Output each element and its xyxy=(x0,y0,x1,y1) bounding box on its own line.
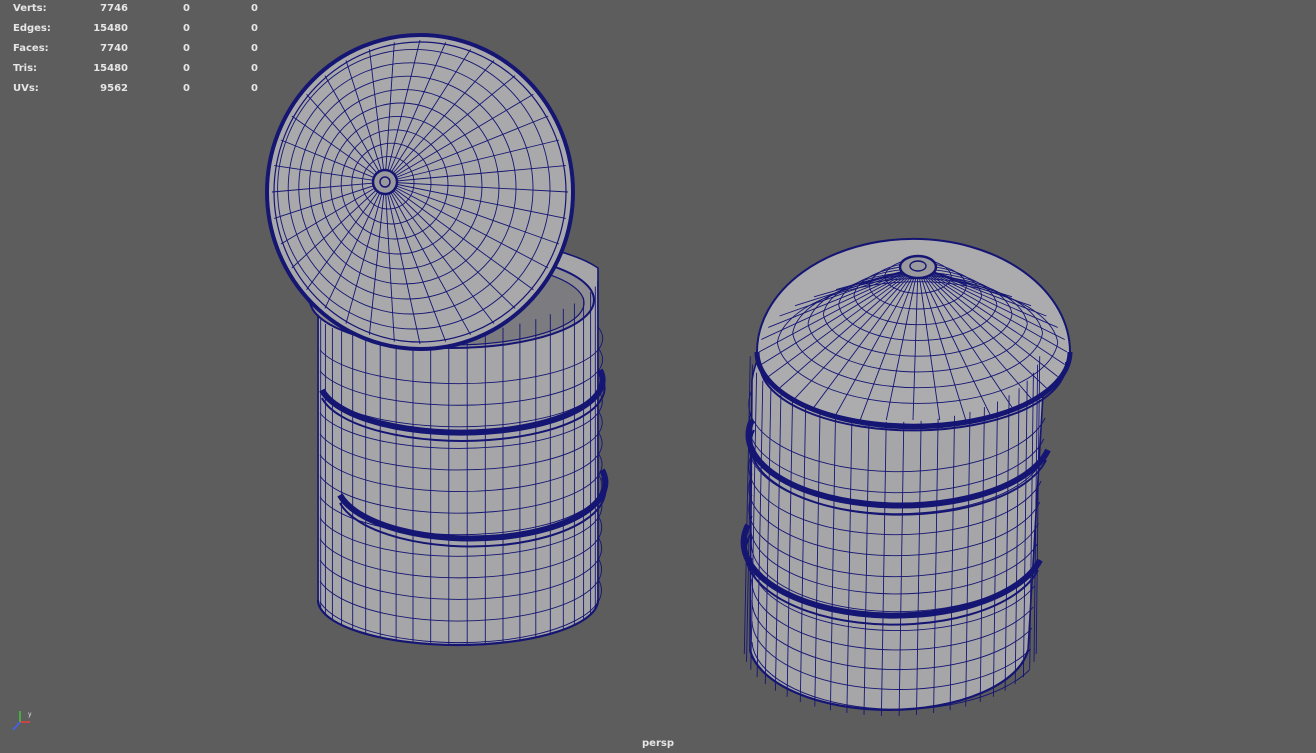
hud-row-verts: Verts: 7746 0 0 xyxy=(0,0,270,20)
hud-selected: 0 xyxy=(183,83,190,94)
hud-row-edges: Edges: 15480 0 0 xyxy=(0,20,270,40)
hud-total: 15480 xyxy=(93,23,128,34)
hud-component: 0 xyxy=(251,63,258,74)
hud-label: Verts: xyxy=(13,3,47,14)
hud-total: 7746 xyxy=(100,3,128,14)
hud-selected: 0 xyxy=(183,3,190,14)
hud-component: 0 xyxy=(251,3,258,14)
hud-total: 9562 xyxy=(100,83,128,94)
hud-label: Faces: xyxy=(13,43,49,54)
3d-viewport[interactable]: Verts: 7746 0 0 Edges: 15480 0 0 Faces: … xyxy=(0,0,1316,753)
hud-label: Edges: xyxy=(13,23,51,34)
barrel-lid[interactable] xyxy=(265,33,575,351)
hud-total: 15480 xyxy=(93,63,128,74)
scene-render[interactable] xyxy=(0,0,1316,753)
svg-text:y: y xyxy=(28,711,32,718)
hud-row-uvs: UVs: 9562 0 0 xyxy=(0,80,270,100)
hud-component: 0 xyxy=(251,23,258,34)
hud-label: Tris: xyxy=(13,63,38,74)
hud-row-tris: Tris: 15480 0 0 xyxy=(0,60,270,80)
poly-count-hud: Verts: 7746 0 0 Edges: 15480 0 0 Faces: … xyxy=(0,0,270,100)
hud-component: 0 xyxy=(251,83,258,94)
xyz-axis-icon: y xyxy=(12,711,32,731)
hud-total: 7740 xyxy=(100,43,128,54)
closed-barrel[interactable] xyxy=(740,237,1073,716)
hud-label: UVs: xyxy=(13,83,39,94)
hud-selected: 0 xyxy=(183,63,190,74)
hud-row-faces: Faces: 7740 0 0 xyxy=(0,40,270,60)
hud-component: 0 xyxy=(251,43,258,54)
hud-selected: 0 xyxy=(183,23,190,34)
hud-selected: 0 xyxy=(183,43,190,54)
camera-name-label: persp xyxy=(642,738,674,749)
